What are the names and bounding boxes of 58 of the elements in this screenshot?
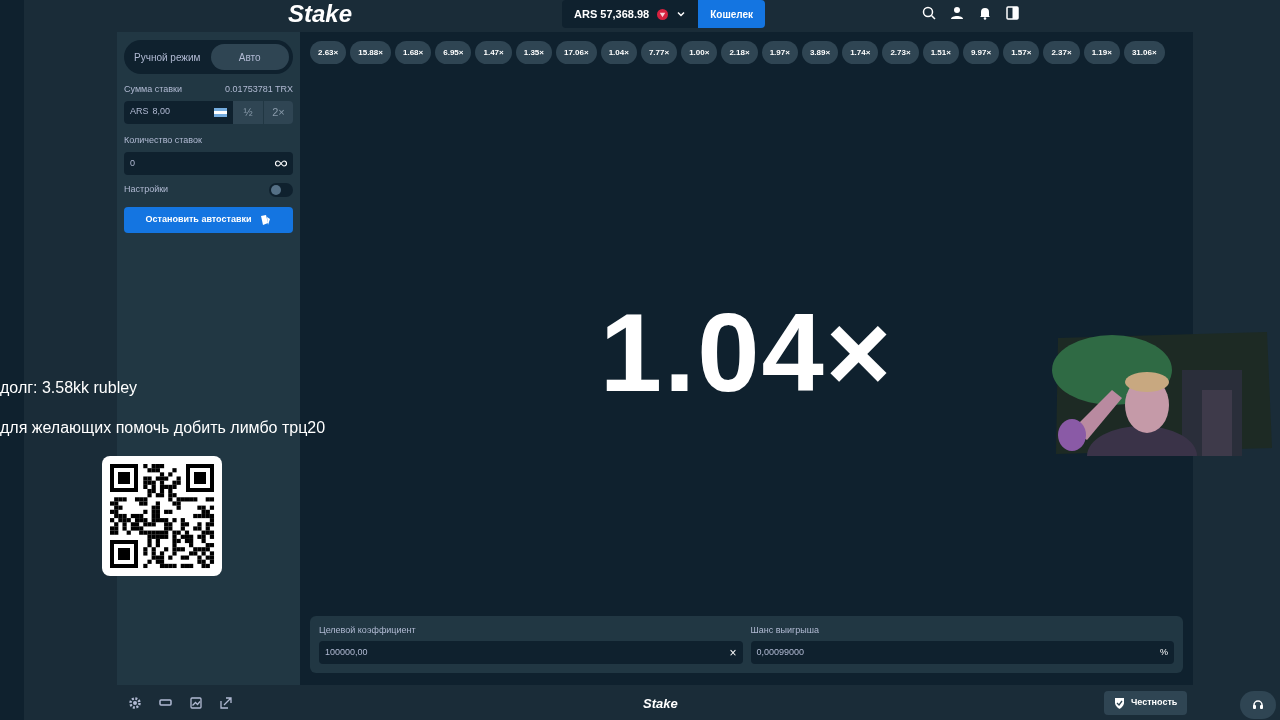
cards-icon (259, 214, 272, 226)
stake-logo[interactable]: Stake (288, 0, 353, 28)
wallet-button[interactable]: Кошелек (698, 0, 766, 28)
history-chip[interactable]: 6.95× (435, 41, 472, 64)
mode-tab[interactable]: Ручной режим (128, 44, 207, 70)
win-chance-field[interactable]: 0,00099000 % (750, 641, 1174, 664)
history-chip[interactable]: 2.73× (882, 41, 919, 64)
stake-logo[interactable]: Stake (643, 694, 678, 714)
balance-amount: ARS 57,368.98 (574, 6, 650, 22)
field-label: Шанс выигрыша (750, 623, 820, 637)
history-chip[interactable]: 31.06× (1123, 41, 1165, 64)
bet-count-field[interactable]: 0 (124, 152, 293, 175)
flag-icon (214, 107, 227, 117)
target-multiplier-field[interactable]: 100000,00 × (319, 641, 743, 664)
shield-icon (1114, 697, 1125, 709)
history-chip[interactable]: 1.68× (394, 41, 432, 64)
history-chip[interactable]: 7.77× (640, 41, 678, 64)
fairness-button[interactable]: Честность (1104, 691, 1188, 715)
rectangle-icon[interactable] (159, 698, 172, 707)
support-button[interactable] (1240, 691, 1276, 719)
sidebar-toggle-icon[interactable] (1006, 6, 1019, 20)
history-chip[interactable]: 1.51× (922, 41, 959, 64)
arrow-out-icon[interactable] (220, 696, 232, 709)
history-chip[interactable]: 1.00× (681, 41, 718, 64)
history-chip[interactable]: 1.74× (842, 41, 879, 64)
bell-icon[interactable] (978, 6, 992, 20)
search-icon[interactable] (922, 6, 936, 20)
field-label: Сумма ставки (124, 83, 183, 96)
history-chip[interactable]: 1.35× (515, 41, 552, 64)
settings-toggle[interactable] (269, 183, 293, 197)
chevron-down-icon[interactable] (676, 9, 687, 19)
history-chip[interactable]: 2.18× (721, 41, 758, 64)
field-label: Целевой коэффициент (319, 623, 417, 637)
coin-icon (657, 8, 669, 20)
history-chip[interactable]: 2.37× (1043, 41, 1080, 64)
overlay-text: для желающих помочь добить лимбо трц20 (0, 418, 326, 438)
history-chip[interactable]: 1.47× (475, 41, 512, 64)
history-chip[interactable]: 1.57× (1003, 41, 1040, 64)
history-chip[interactable]: 15.88× (350, 41, 391, 64)
user-icon[interactable] (950, 6, 964, 20)
infinity-icon (275, 160, 287, 167)
history-chip[interactable]: 1.97× (761, 41, 798, 64)
mode-tab[interactable]: Авто (210, 44, 289, 70)
stop-autobet-button[interactable]: Остановить автоставки (124, 207, 293, 233)
settings-icon[interactable] (129, 696, 141, 709)
headset-icon (1252, 699, 1264, 711)
history-chip[interactable]: 3.89× (801, 41, 839, 64)
field-label: Настройки (124, 183, 169, 197)
conversion-text: 0.01753781 TRX (225, 83, 293, 96)
history-chip[interactable]: 1.19× (1083, 41, 1120, 64)
history-chip[interactable]: 9.97× (962, 41, 1000, 64)
chart-icon[interactable] (190, 696, 202, 709)
field-label: Количество ставок (124, 133, 203, 147)
history-chip[interactable]: 17.06× (555, 41, 597, 64)
history-chip[interactable]: 1.04× (600, 41, 637, 64)
history-chip[interactable]: 2.63× (310, 41, 347, 64)
overlay-text: долг: 3.58kk rubley (0, 378, 139, 398)
result-multiplier: 1.04× (599, 288, 894, 409)
